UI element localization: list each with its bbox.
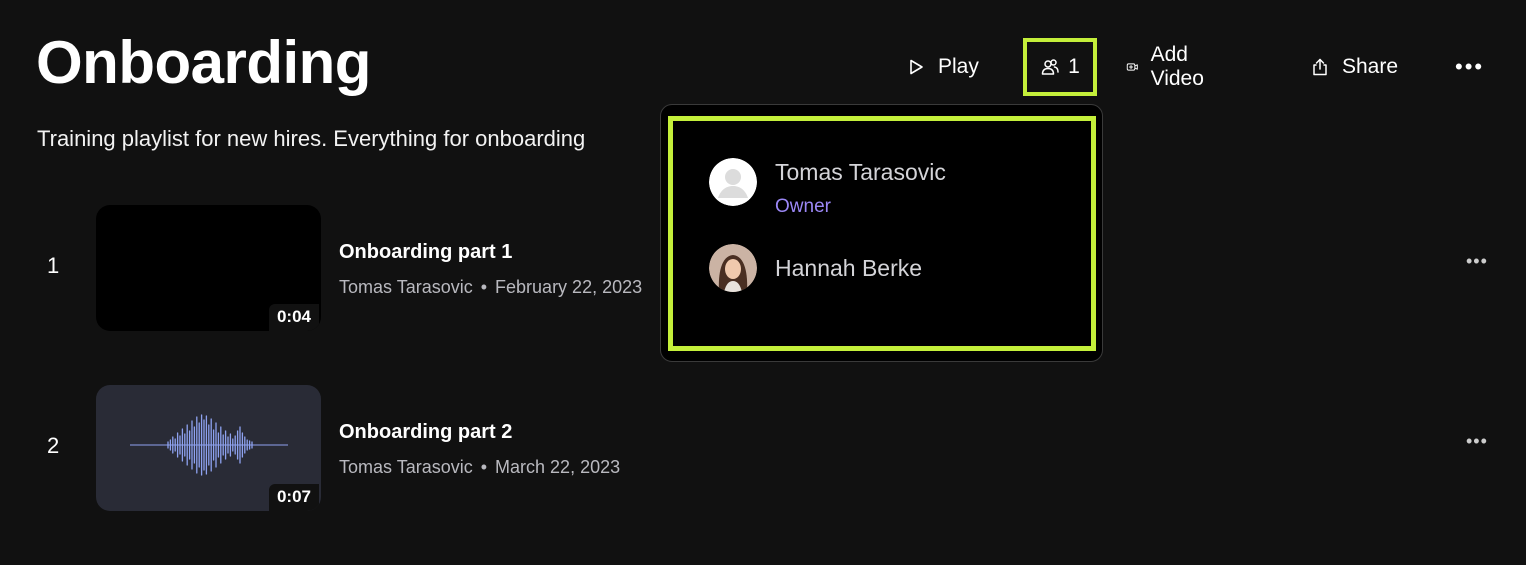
video-index: 2 xyxy=(47,433,60,458)
video-title[interactable]: Onboarding part 1 xyxy=(339,241,512,264)
video-title[interactable]: Onboarding part 2 xyxy=(339,421,512,444)
video-meta: Tomas Tarasovic • March 22, 2023 xyxy=(339,457,620,478)
add-video-button[interactable]: Add Video xyxy=(1126,38,1211,96)
video-thumbnail[interactable]: 0:07 xyxy=(96,385,321,511)
video-duration: 0:04 xyxy=(268,304,319,331)
more-icon: ••• xyxy=(1455,54,1485,79)
play-icon xyxy=(910,59,923,75)
page-title: Onboarding xyxy=(36,29,371,96)
more-options-button[interactable]: ••• xyxy=(1455,38,1484,96)
members-popover: Tomas Tarasovic Owner Hannah Berke xyxy=(660,104,1103,362)
video-meta: Tomas Tarasovic • February 22, 2023 xyxy=(339,277,642,298)
playlist-description: Training playlist for new hires. Everyth… xyxy=(37,126,586,151)
default-avatar-icon xyxy=(709,158,757,206)
member-name: Hannah Berke xyxy=(775,255,923,281)
meta-separator: • xyxy=(480,277,488,297)
video-options-button[interactable]: ••• xyxy=(1466,431,1488,452)
member-photo-avatar xyxy=(709,244,757,292)
share-button[interactable]: Share xyxy=(1310,38,1398,96)
member-info: Hannah Berke xyxy=(775,244,922,282)
video-author: Tomas Tarasovic xyxy=(339,457,473,477)
video-index: 1 xyxy=(47,253,60,278)
members-button[interactable]: 1 xyxy=(1023,38,1097,96)
member-item[interactable]: Hannah Berke xyxy=(709,244,922,292)
audio-waveform-icon xyxy=(130,414,288,476)
playlist-page: Onboarding Training playlist for new hir… xyxy=(0,0,1526,565)
add-video-label: Add Video xyxy=(1150,43,1204,90)
members-count: 1 xyxy=(1068,55,1080,78)
video-options-button[interactable]: ••• xyxy=(1466,251,1488,272)
add-video-icon xyxy=(1126,63,1138,71)
share-label: Share xyxy=(1342,55,1399,78)
video-author: Tomas Tarasovic xyxy=(339,277,473,297)
member-role: Owner xyxy=(775,196,831,217)
video-row[interactable]: 2 0:07 Onboarding part 2 Tomas Tarasovic… xyxy=(0,385,1526,513)
video-date: February 22, 2023 xyxy=(495,277,643,297)
member-info: Tomas Tarasovic Owner xyxy=(775,158,946,218)
video-duration: 0:07 xyxy=(268,484,319,511)
member-item[interactable]: Tomas Tarasovic Owner xyxy=(709,158,946,218)
member-name: Tomas Tarasovic xyxy=(775,159,946,185)
video-thumbnail[interactable]: 0:04 xyxy=(96,205,321,331)
video-date: March 22, 2023 xyxy=(495,457,621,477)
members-list: Tomas Tarasovic Owner Hannah Berke xyxy=(668,116,1096,351)
share-icon xyxy=(1313,58,1327,76)
play-button[interactable]: Play xyxy=(906,38,979,96)
play-label: Play xyxy=(938,55,979,78)
members-icon xyxy=(1041,59,1059,75)
meta-separator: • xyxy=(480,457,488,477)
